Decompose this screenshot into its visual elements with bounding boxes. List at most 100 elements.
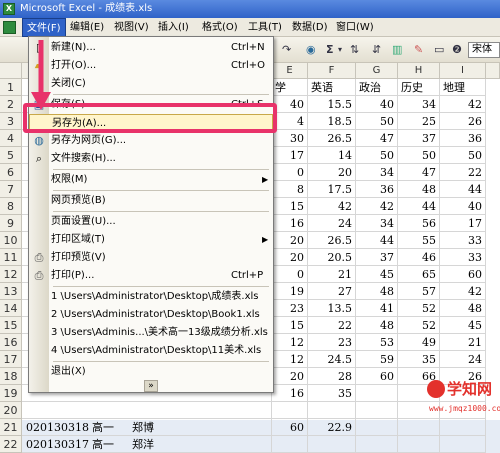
- row-header[interactable]: 16: [0, 334, 22, 351]
- score-cell[interactable]: 12: [272, 351, 308, 368]
- score-cell[interactable]: 22: [440, 164, 486, 181]
- score-cell[interactable]: 22.9: [308, 419, 356, 436]
- score-cell[interactable]: 45: [356, 266, 398, 283]
- grid-cell-left[interactable]: 020130317 高一 郑洋: [22, 436, 272, 453]
- row-header[interactable]: 1: [0, 79, 22, 96]
- subject-header-cell[interactable]: 学: [272, 79, 308, 96]
- grade-cell[interactable]: 高一: [92, 419, 114, 435]
- row-header[interactable]: 20: [0, 402, 22, 419]
- subject-header-cell[interactable]: 历史: [398, 79, 440, 96]
- score-cell[interactable]: 4: [272, 113, 308, 130]
- score-cell[interactable]: 50: [356, 113, 398, 130]
- score-cell[interactable]: 37: [398, 130, 440, 147]
- menu-item-save-as-web[interactable]: ◍ 另存为网页(G)...: [29, 132, 273, 150]
- column-header[interactable]: E: [272, 63, 308, 79]
- score-cell[interactable]: 52: [398, 300, 440, 317]
- score-cell[interactable]: 40: [356, 96, 398, 113]
- score-cell[interactable]: [308, 436, 356, 453]
- recent-file-1[interactable]: 1 \Users\Administrator\Desktop\成绩表.xls: [29, 288, 273, 306]
- menu-edit[interactable]: 编辑(E): [66, 18, 108, 37]
- expand-menu-row[interactable]: »: [29, 379, 273, 393]
- score-cell[interactable]: 40: [272, 96, 308, 113]
- row-header[interactable]: 22: [0, 436, 22, 453]
- score-cell[interactable]: [272, 402, 308, 419]
- score-cell[interactable]: 34: [398, 96, 440, 113]
- score-cell[interactable]: 56: [398, 215, 440, 232]
- score-cell[interactable]: 30: [272, 130, 308, 147]
- score-cell[interactable]: 45: [440, 317, 486, 334]
- column-header[interactable]: F: [308, 63, 356, 79]
- score-cell[interactable]: 42: [356, 198, 398, 215]
- score-cell[interactable]: 40: [440, 198, 486, 215]
- score-cell[interactable]: 42: [308, 198, 356, 215]
- autosum-dropdown-icon[interactable]: ▾: [338, 42, 342, 58]
- score-cell[interactable]: 21: [440, 334, 486, 351]
- menu-item-permission[interactable]: 权限(M) ▶: [29, 171, 273, 189]
- menu-item-page-setup[interactable]: 页面设置(U)...: [29, 213, 273, 231]
- score-cell[interactable]: 35: [308, 385, 356, 402]
- score-cell[interactable]: 36: [356, 181, 398, 198]
- score-cell[interactable]: 44: [356, 232, 398, 249]
- score-cell[interactable]: 0: [272, 164, 308, 181]
- score-cell[interactable]: 33: [440, 232, 486, 249]
- row-header[interactable]: 15: [0, 317, 22, 334]
- score-cell[interactable]: 24: [308, 215, 356, 232]
- score-cell[interactable]: 14: [308, 147, 356, 164]
- score-cell[interactable]: 44: [398, 198, 440, 215]
- row-header[interactable]: 4: [0, 130, 22, 147]
- menu-item-print-area[interactable]: 打印区域(T) ▶: [29, 231, 273, 249]
- score-cell[interactable]: [308, 402, 356, 419]
- score-cell[interactable]: 20: [272, 368, 308, 385]
- score-cell[interactable]: 19: [272, 283, 308, 300]
- row-header[interactable]: 9: [0, 215, 22, 232]
- score-cell[interactable]: 25: [398, 113, 440, 130]
- score-cell[interactable]: 12: [272, 334, 308, 351]
- score-cell[interactable]: 46: [398, 249, 440, 266]
- row-header[interactable]: 21: [0, 419, 22, 436]
- score-cell[interactable]: 24.5: [308, 351, 356, 368]
- score-cell[interactable]: 28: [308, 368, 356, 385]
- score-cell[interactable]: 17: [440, 215, 486, 232]
- score-cell[interactable]: 17.5: [308, 181, 356, 198]
- score-cell[interactable]: 48: [398, 181, 440, 198]
- column-header[interactable]: [486, 63, 500, 79]
- score-cell[interactable]: 26: [440, 113, 486, 130]
- score-cell[interactable]: 49: [398, 334, 440, 351]
- score-cell[interactable]: 53: [356, 334, 398, 351]
- score-cell[interactable]: 42: [440, 96, 486, 113]
- row-header[interactable]: 8: [0, 198, 22, 215]
- row-header[interactable]: 11: [0, 249, 22, 266]
- menu-item-new[interactable]: ▯ 新建(N)... Ctrl+N: [29, 39, 273, 57]
- score-cell[interactable]: 15: [272, 317, 308, 334]
- menu-item-file-search[interactable]: ⌕ 文件搜索(H)...: [29, 150, 273, 168]
- score-cell[interactable]: 23: [272, 300, 308, 317]
- help-icon[interactable]: ❷: [452, 42, 462, 58]
- score-cell[interactable]: 0: [272, 266, 308, 283]
- score-cell[interactable]: 60: [356, 368, 398, 385]
- drawing-icon[interactable]: ✎: [414, 42, 423, 58]
- row-header[interactable]: 19: [0, 385, 22, 402]
- score-cell[interactable]: [440, 436, 486, 453]
- hyperlink-icon[interactable]: ◉: [306, 42, 316, 58]
- student-id-cell[interactable]: 020130318: [26, 419, 89, 435]
- menu-item-open[interactable]: ▰ 打开(O)... Ctrl+O: [29, 57, 273, 75]
- menu-data[interactable]: 数据(D): [288, 18, 332, 37]
- redo-icon[interactable]: ↷: [282, 42, 291, 58]
- subject-header-cell[interactable]: 英语: [308, 79, 356, 96]
- score-cell[interactable]: 50: [440, 147, 486, 164]
- score-cell[interactable]: 60: [272, 419, 308, 436]
- font-name-box[interactable]: 宋体: [468, 42, 500, 58]
- row-header[interactable]: 6: [0, 164, 22, 181]
- grid-cell-left[interactable]: [22, 402, 272, 419]
- student-id-cell[interactable]: 020130317: [26, 436, 89, 452]
- score-cell[interactable]: [356, 436, 398, 453]
- menu-file[interactable]: 文件(F): [22, 18, 66, 37]
- zoom-icon[interactable]: ▭: [434, 42, 444, 58]
- score-cell[interactable]: 18.5: [308, 113, 356, 130]
- expand-chevron-icon[interactable]: »: [144, 380, 158, 392]
- student-name-cell[interactable]: 郑博: [132, 419, 154, 435]
- sort-ascending-icon[interactable]: ⇅: [350, 42, 359, 58]
- row-header[interactable]: 13: [0, 283, 22, 300]
- recent-file-2[interactable]: 2 \Users\Administrator\Desktop\Book1.xls: [29, 306, 273, 324]
- score-cell[interactable]: 27: [308, 283, 356, 300]
